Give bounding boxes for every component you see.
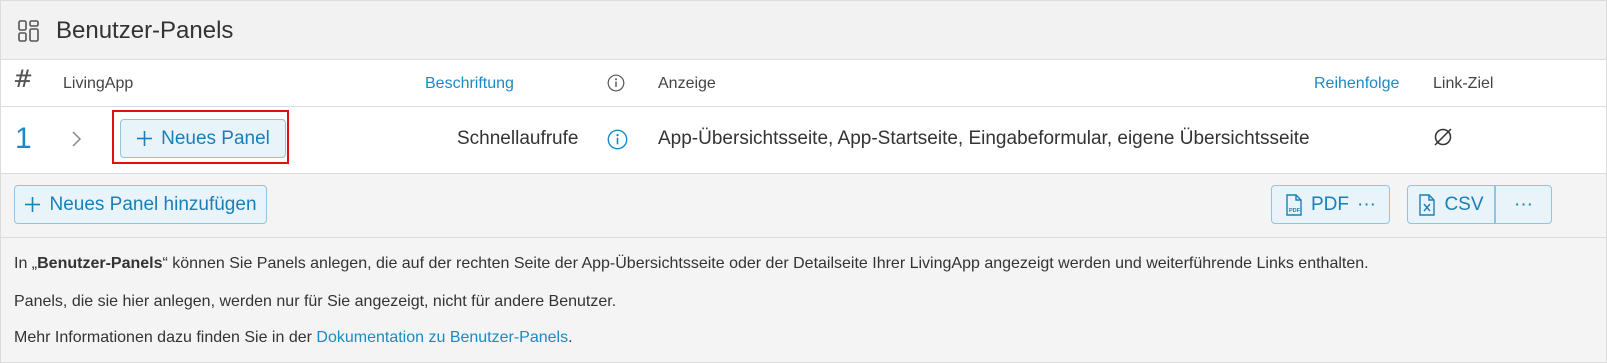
info-icon[interactable] [607,129,628,150]
description-line-2: Panels, die sie hier anlegen, werden nur… [14,293,617,310]
new-panel-label: Neues Panel [161,127,270,149]
description-line-3: Mehr Informationen dazu finden Sie in de… [14,327,573,349]
description-suffix: “ können Sie Panels anlegen, die auf der… [162,255,1369,272]
page-header: Benutzer-Panels [1,1,1606,60]
more-options-button[interactable]: ··· [1494,185,1552,224]
description-line-1: In „Benutzer-Panels“ können Sie Panels a… [14,253,1369,275]
description-link-suffix: . [568,329,573,346]
csv-label: CSV [1444,193,1484,215]
csv-export-group: CSV ··· [1407,185,1552,224]
column-number: # [13,65,34,93]
column-caption-sort[interactable]: Beschriftung [425,73,514,95]
table-row[interactable]: 1 Neues Panel Schnellaufrufe App-Übersic… [1,107,1606,172]
column-display: Anzeige [658,75,716,92]
row-display: App-Übersichtsseite, App-Startseite, Ein… [658,128,1310,149]
empty-set-icon [1434,128,1452,146]
csv-export-button[interactable]: CSV [1407,185,1495,224]
row-number: 1 [15,122,32,155]
user-panels-page: Benutzer-Panels # LivingApp Beschriftung… [0,0,1607,363]
plus-icon [137,131,153,146]
description-link-prefix: Mehr Informationen dazu finden Sie in de… [14,329,317,346]
svg-text:PDF: PDF [1289,208,1301,214]
table-header: # LivingApp Beschriftung Anzeige Reihenf… [1,60,1606,107]
grid-icon [18,20,39,42]
plus-icon [25,197,41,212]
new-panel-button[interactable]: Neues Panel [120,119,286,158]
description-prefix: In „ [14,255,38,272]
documentation-link[interactable]: Dokumentation zu Benutzer-Panels [316,329,568,346]
panels-table: # LivingApp Beschriftung Anzeige Reihenf… [1,60,1606,174]
info-icon[interactable] [607,74,625,92]
row-caption: Schnellaufrufe [457,128,579,149]
table-toolbar: Neues Panel hinzufügen PDF PDF ··· CSV ·… [1,174,1606,238]
chevron-right-icon[interactable] [69,130,83,148]
column-link-target: Link-Ziel [1433,75,1494,92]
excel-file-icon [1419,193,1436,216]
column-order-sort[interactable]: Reihenfolge [1314,73,1399,95]
pdf-export-button[interactable]: PDF PDF ··· [1271,185,1390,224]
add-panel-button[interactable]: Neues Panel hinzufügen [14,185,267,224]
pdf-more-indicator: ··· [1357,193,1376,215]
pdf-label: PDF [1311,193,1349,215]
description-bold: Benutzer-Panels [37,255,163,272]
column-livingapp: LivingApp [63,75,134,92]
pdf-file-icon: PDF [1286,193,1302,216]
add-panel-label: Neues Panel hinzufügen [49,193,257,215]
page-title: Benutzer-Panels [56,17,234,44]
